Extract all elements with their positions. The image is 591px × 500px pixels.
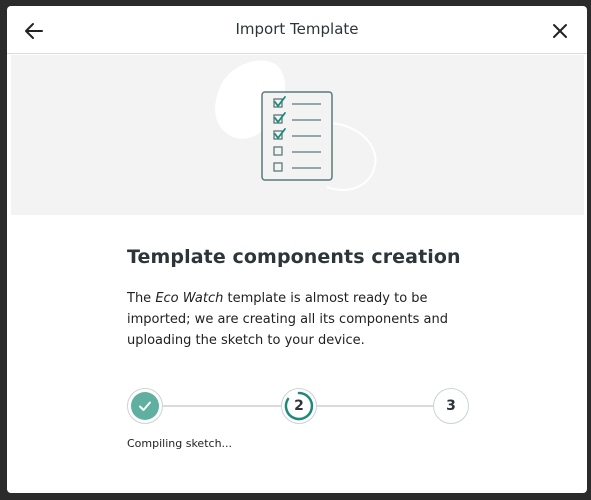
status-text: Compiling sketch... [127,437,233,450]
step-3-pending: 3 [433,388,469,424]
template-name: Eco Watch [155,291,224,306]
content-section: Template components creation The Eco Wat… [127,246,487,351]
progress-stepper: 2 3 [127,388,471,424]
close-button[interactable] [547,18,573,44]
import-template-dialog: Import Template Template components crea… [7,6,587,493]
step-3-label: 3 [446,398,456,414]
step-connector [163,405,281,407]
description-text: The Eco Watch template is almost ready t… [127,291,448,348]
step-2-label: 2 [294,398,304,414]
hero-banner [11,55,584,215]
dialog-title: Import Template [235,20,359,38]
checklist-clipboard-icon [215,60,377,191]
step-2-active: 2 [281,388,317,424]
dialog-header: Import Template [7,6,587,54]
checkmark-icon [139,401,151,411]
step-connector [317,405,433,407]
step-1-done [127,388,163,424]
section-heading: Template components creation [127,246,461,268]
close-icon [553,24,567,38]
